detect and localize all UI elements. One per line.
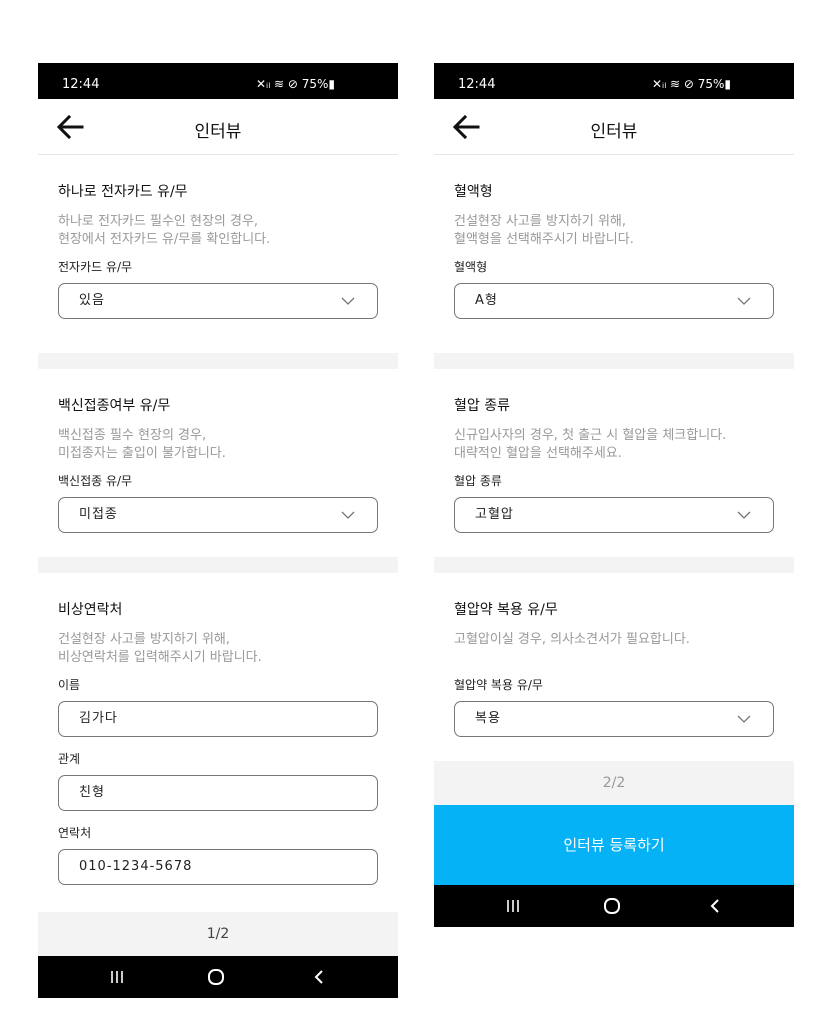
field-label: 이름 <box>58 678 81 692</box>
select-value: 고혈압 <box>475 507 514 522</box>
page-title: 인터뷰 <box>590 122 638 142</box>
field-label: 백신접종 유/무 <box>58 474 133 488</box>
section-description-line: 비상연락처를 입력해주시기 바랍니다. <box>58 650 262 665</box>
section-description: 고혈압이실 경우, 의사소견서가 필요합니다. <box>454 631 774 649</box>
field-label: 연락처 <box>58 826 92 840</box>
blood-type-select[interactable]: A형 <box>454 283 774 319</box>
system-nav-bar <box>38 956 398 998</box>
section-description-line: 건설현장 사고를 방지하기 위해, <box>58 632 231 647</box>
vaccination-select[interactable]: 미접종 <box>58 497 378 533</box>
system-nav-bar <box>434 885 794 927</box>
section-title: 비상연락처 <box>58 602 123 618</box>
section-description-line: 현장에서 전자카드 유/무를 확인합니다. <box>58 232 271 247</box>
section-electronic-card: 하나로 전자카드 유/무 하나로 전자카드 필수인 현장의 경우, 현장에서 전… <box>38 155 398 353</box>
chevron-down-icon <box>737 297 751 305</box>
chevron-down-icon <box>341 511 355 519</box>
section-divider <box>38 557 398 573</box>
section-vaccination: 백신접종여부 유/무 백신접종 필수 현장의 경우, 미접종자는 출입이 불가합… <box>38 369 398 557</box>
section-divider <box>434 557 794 573</box>
status-bar: 12:44 ✕ᵢₗ ≋ ⊘ 75%▮ <box>434 63 794 99</box>
section-emergency-contact: 비상연락처 건설현장 사고를 방지하기 위해, 비상연락처를 입력해주시기 바랍… <box>38 573 398 912</box>
section-blood-pressure: 혈압 종류 신규입사자의 경우, 첫 출근 시 혈압을 체크합니다. 대략적인 … <box>434 369 794 557</box>
section-title: 혈압약 복용 유/무 <box>454 602 558 618</box>
select-value: 복용 <box>475 711 501 726</box>
nav-back-icon[interactable] <box>695 885 735 927</box>
submit-interview-button[interactable]: 인터뷰 등록하기 <box>434 805 794 885</box>
page-title: 인터뷰 <box>194 122 242 142</box>
section-description-line: 하나로 전자카드 필수인 현장의 경우, <box>58 214 259 229</box>
blood-pressure-select[interactable]: 고혈압 <box>454 497 774 533</box>
recent-apps-icon[interactable] <box>493 885 533 927</box>
page-indicator: 2/2 <box>434 761 794 805</box>
section-divider <box>38 353 398 369</box>
select-value: 미접종 <box>79 507 118 522</box>
section-divider <box>434 353 794 369</box>
field-label: 관계 <box>58 752 81 766</box>
section-description-line: 고혈압이실 경우, 의사소견서가 필요합니다. <box>454 632 690 647</box>
app-bar: 인터뷰 <box>38 99 398 155</box>
section-description-line: 대략적인 혈압을 선택해주세요. <box>454 446 622 461</box>
section-description: 하나로 전자카드 필수인 현장의 경우, 현장에서 전자카드 유/무를 확인합니… <box>58 213 378 249</box>
section-description-line: 백신접종 필수 현장의 경우, <box>58 428 207 443</box>
status-time: 12:44 <box>62 77 100 92</box>
status-icons: ✕ᵢₗ ≋ ⊘ 75%▮ <box>652 77 732 91</box>
section-title: 혈액형 <box>454 184 493 200</box>
relation-input[interactable]: 친형 <box>58 775 378 811</box>
field-label: 혈압약 복용 유/무 <box>454 678 543 692</box>
phone-screen-page-1: 12:44 ✕ᵢₗ ≋ ⊘ 75%▮ 인터뷰 하나로 전자카드 유/무 하나로 … <box>38 63 398 1000</box>
section-title: 혈압 종류 <box>454 398 510 414</box>
select-value: 있음 <box>79 293 105 308</box>
field-label: 혈액형 <box>454 260 488 274</box>
recent-apps-icon[interactable] <box>97 956 137 998</box>
status-time: 12:44 <box>458 77 496 92</box>
electronic-card-select[interactable]: 있음 <box>58 283 378 319</box>
chevron-down-icon <box>737 715 751 723</box>
section-description: 백신접종 필수 현장의 경우, 미접종자는 출입이 불가합니다. <box>58 427 378 463</box>
section-description-line: 신규입사자의 경우, 첫 출근 시 혈압을 체크합니다. <box>454 428 727 443</box>
section-blood-type: 혈액형 건설현장 사고를 방지하기 위해, 혈액형을 선택해주시기 바랍니다. … <box>434 155 794 353</box>
medication-select[interactable]: 복용 <box>454 701 774 737</box>
nav-back-icon[interactable] <box>299 956 339 998</box>
status-bar: 12:44 ✕ᵢₗ ≋ ⊘ 75%▮ <box>38 63 398 99</box>
home-icon[interactable] <box>196 956 236 998</box>
section-description: 건설현장 사고를 방지하기 위해, 비상연락처를 입력해주시기 바랍니다. <box>58 631 378 667</box>
section-description: 건설현장 사고를 방지하기 위해, 혈액형을 선택해주시기 바랍니다. <box>454 213 774 249</box>
status-icons: ✕ᵢₗ ≋ ⊘ 75%▮ <box>256 77 336 91</box>
phone-input[interactable]: 010-1234-5678 <box>58 849 378 885</box>
app-bar: 인터뷰 <box>434 99 794 155</box>
section-description: 신규입사자의 경우, 첫 출근 시 혈압을 체크합니다. 대략적인 혈압을 선택… <box>454 427 774 463</box>
field-label: 전자카드 유/무 <box>58 260 133 274</box>
section-medication: 혈압약 복용 유/무 고혈압이실 경우, 의사소견서가 필요합니다. 혈압약 복… <box>434 573 794 761</box>
section-title: 하나로 전자카드 유/무 <box>58 184 188 200</box>
section-description-line: 미접종자는 출입이 불가합니다. <box>58 446 226 461</box>
name-input[interactable]: 김가다 <box>58 701 378 737</box>
field-label: 혈압 종류 <box>454 474 502 488</box>
select-value: A형 <box>475 293 498 308</box>
chevron-down-icon <box>737 511 751 519</box>
home-icon[interactable] <box>592 885 632 927</box>
page-indicator: 1/2 <box>38 912 398 956</box>
chevron-down-icon <box>341 297 355 305</box>
phone-screen-page-2: 12:44 ✕ᵢₗ ≋ ⊘ 75%▮ 인터뷰 혈액형 건설현장 사고를 방지하기… <box>434 63 794 929</box>
section-title: 백신접종여부 유/무 <box>58 398 171 414</box>
section-description-line: 혈액형을 선택해주시기 바랍니다. <box>454 232 634 247</box>
section-description-line: 건설현장 사고를 방지하기 위해, <box>454 214 627 229</box>
